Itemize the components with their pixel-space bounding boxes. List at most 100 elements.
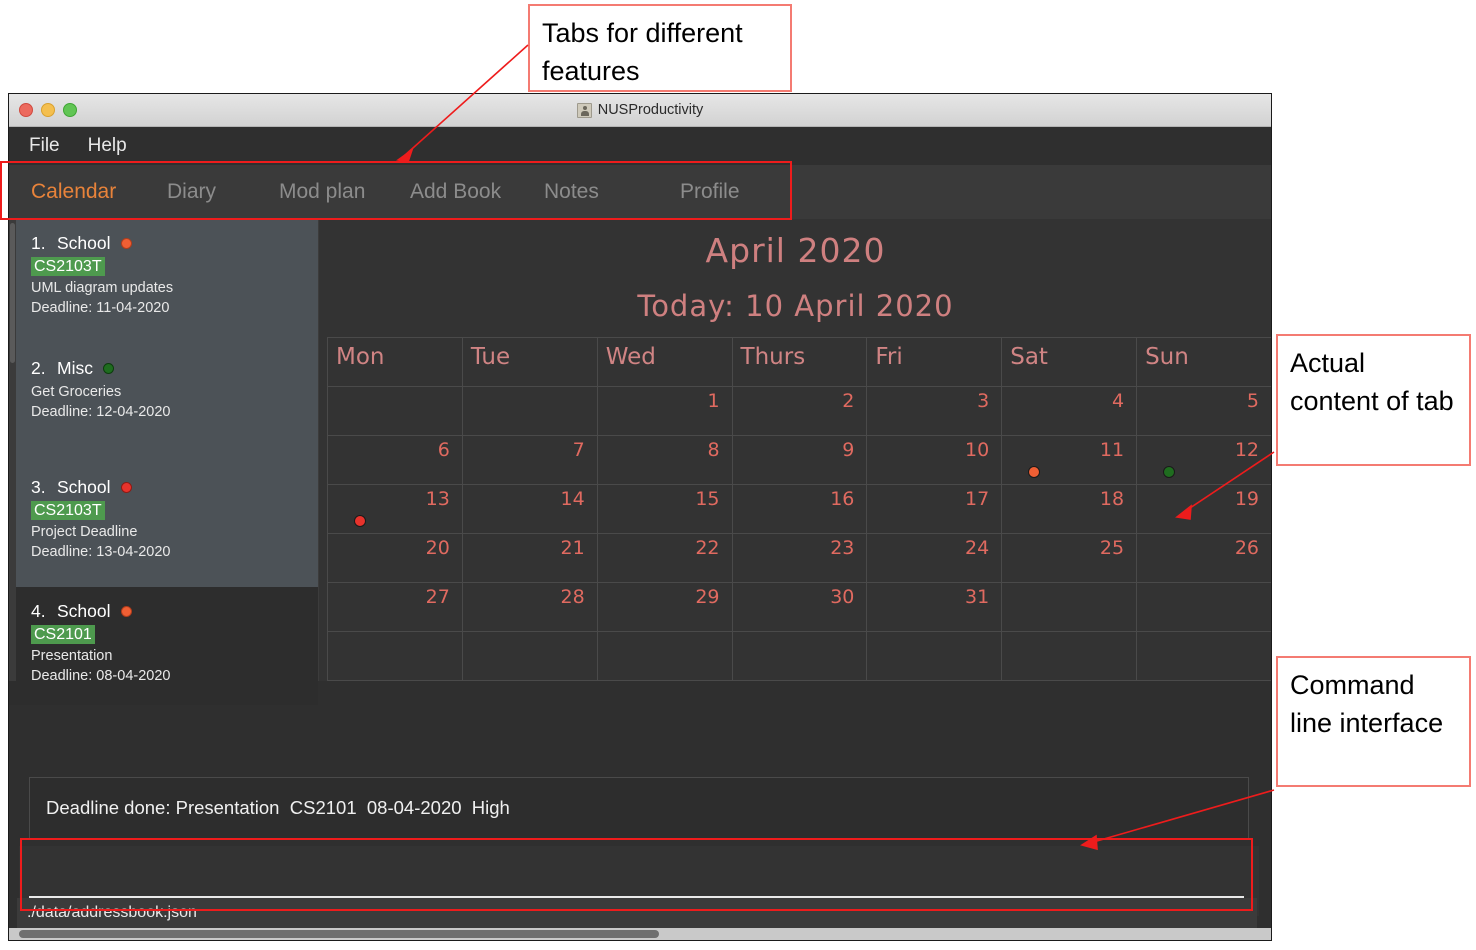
- calendar-day-cell[interactable]: 6: [327, 435, 463, 485]
- tab-notes[interactable]: Notes: [544, 180, 680, 204]
- task-description: Get Groceries: [31, 384, 122, 400]
- list-item[interactable]: 3. School CS2103T Project Deadline Deadl…: [9, 463, 318, 587]
- calendar-day-cell[interactable]: 28: [461, 582, 598, 632]
- calendar-week-row: [327, 631, 1271, 681]
- calendar-day-number: 10: [965, 439, 990, 461]
- calendar-grid: Mon Tue Wed Thurs Fri Sat Sun 1234567891…: [327, 337, 1271, 681]
- result-display-box: Deadline done: Presentation CS2101 08-04…: [29, 777, 1249, 839]
- task-category: Misc: [57, 358, 93, 378]
- application-window: NUSProductivity File Help Calendar Diary…: [8, 93, 1272, 941]
- calendar-day-number: 13: [425, 488, 450, 510]
- priority-dot-icon: [102, 363, 114, 374]
- command-input[interactable]: [29, 846, 1244, 898]
- calendar-empty-cell: [461, 386, 598, 436]
- calendar-day-cell[interactable]: 31: [866, 582, 1003, 632]
- task-category: School: [57, 233, 111, 253]
- calendar-day-cell[interactable]: 15: [596, 484, 733, 534]
- calendar-day-cell[interactable]: 24: [866, 533, 1003, 583]
- calendar-day-cell[interactable]: 14: [461, 484, 598, 534]
- calendar-day-header-sun: Sun: [1136, 337, 1271, 387]
- calendar-week-row: 13 14 15 16 17 18 19: [327, 484, 1271, 534]
- calendar-day-cell[interactable]: 12: [1136, 435, 1271, 485]
- calendar-week-row: 20 21 22 23 24 25 26: [327, 533, 1271, 583]
- calendar-day-number: 17: [965, 488, 990, 510]
- task-header: 2. Misc: [31, 358, 318, 379]
- tab-add-book[interactable]: Add Book: [410, 180, 544, 204]
- calendar-day-cell[interactable]: 18: [1001, 484, 1138, 534]
- calendar-day-cell[interactable]: 10: [866, 435, 1003, 485]
- tab-mod-plan[interactable]: Mod plan: [279, 180, 410, 204]
- calendar-day-cell[interactable]: 26: [1136, 533, 1271, 583]
- calendar-week-row: 1 2 3 4 5: [327, 386, 1271, 436]
- calendar-day-cell[interactable]: 21: [461, 533, 598, 583]
- horizontal-scrollbar[interactable]: [9, 928, 1271, 940]
- calendar-day-cell[interactable]: 3: [866, 386, 1003, 436]
- calendar-day-cell[interactable]: 17: [866, 484, 1003, 534]
- task-deadline: Deadline: 13-04-2020: [31, 544, 171, 560]
- calendar-day-number: 12: [1234, 439, 1259, 461]
- calendar-day-header-wed: Wed: [596, 337, 733, 387]
- calendar-today-label: Today: 10 April 2020: [637, 289, 954, 323]
- calendar-day-cell[interactable]: 13: [327, 484, 463, 534]
- menu-bar: File Help: [9, 127, 1271, 165]
- calendar-day-number: 28: [560, 586, 585, 608]
- tab-calendar[interactable]: Calendar: [31, 180, 167, 204]
- calendar-day-number: 11: [1099, 439, 1125, 461]
- status-file-path: ./data/addressbook.json: [27, 904, 197, 921]
- calendar-day-cell[interactable]: 30: [731, 582, 868, 632]
- tab-diary[interactable]: Diary: [167, 180, 279, 204]
- calendar-day-number: 3: [977, 390, 990, 412]
- window-title-bar: NUSProductivity: [9, 94, 1271, 127]
- calendar-day-cell[interactable]: 5: [1136, 386, 1271, 436]
- scrollbar-thumb[interactable]: [10, 223, 15, 363]
- tab-profile[interactable]: Profile: [680, 180, 740, 204]
- task-list-scrollbar[interactable]: [9, 219, 16, 681]
- priority-dot-icon: [120, 606, 132, 617]
- calendar-day-cell[interactable]: 7: [461, 435, 598, 485]
- calendar-day-cell[interactable]: 8: [596, 435, 733, 485]
- menu-item-help[interactable]: Help: [88, 135, 127, 157]
- calendar-empty-cell: [1001, 631, 1138, 681]
- calendar-day-cell[interactable]: 1: [596, 386, 733, 436]
- calendar-day-cell[interactable]: 29: [596, 582, 733, 632]
- task-deadline: Deadline: 11-04-2020: [31, 300, 170, 316]
- list-item[interactable]: 4. School CS2101 Presentation Deadline: …: [9, 587, 318, 705]
- calendar-day-number: 19: [1234, 488, 1259, 510]
- calendar-day-cell[interactable]: 11: [1001, 435, 1138, 485]
- calendar-day-cell[interactable]: 9: [731, 435, 868, 485]
- task-description: Presentation: [31, 648, 113, 664]
- annotation-content: Actual content of tab: [1276, 334, 1471, 466]
- list-item[interactable]: 2. Misc Get Groceries Deadline: 12-04-20…: [9, 344, 318, 463]
- calendar-empty-cell: [1136, 631, 1271, 681]
- task-index: 2.: [31, 358, 46, 378]
- annotation-tabs: Tabs for different features: [528, 4, 792, 92]
- calendar-event-dot-icon: [354, 515, 366, 527]
- calendar-day-cell[interactable]: 4: [1001, 386, 1138, 436]
- calendar-day-cell[interactable]: 23: [731, 533, 868, 583]
- calendar-event-dot-icon: [1028, 466, 1041, 478]
- calendar-day-cell[interactable]: 22: [596, 533, 733, 583]
- calendar-empty-cell: [1136, 582, 1271, 632]
- calendar-day-cell[interactable]: 27: [327, 582, 463, 632]
- window-title-group: NUSProductivity: [9, 102, 1271, 118]
- calendar-day-cell[interactable]: 20: [327, 533, 463, 583]
- calendar-body: 1 2 3 4 5 6 7 8 9 10 11 12 13 14 15 16 17 18 19 20 21 22 23 24 2…: [327, 386, 1271, 681]
- calendar-header-row: Mon Tue Wed Thurs Fri Sat Sun: [327, 337, 1271, 387]
- calendar-empty-cell: [1001, 582, 1138, 632]
- calendar-day-header-fri: Fri: [866, 337, 1003, 387]
- menu-item-file[interactable]: File: [29, 135, 60, 157]
- calendar-week-row: 6 7 8 9 10 11 12: [327, 435, 1271, 485]
- calendar-day-cell[interactable]: 25: [1001, 533, 1138, 583]
- calendar-day-number: 18: [1099, 488, 1125, 510]
- calendar-day-number: 14: [560, 488, 585, 510]
- list-item[interactable]: 1. School CS2103T UML diagram updates De…: [9, 219, 318, 344]
- scrollbar-thumb[interactable]: [19, 930, 659, 938]
- calendar-day-cell[interactable]: 2: [731, 386, 868, 436]
- app-content-area: 1. School CS2103T UML diagram updates De…: [9, 219, 1271, 705]
- calendar-day-number: 7: [572, 439, 585, 461]
- calendar-day-number: 15: [695, 488, 720, 510]
- calendar-day-number: 29: [695, 586, 720, 608]
- calendar-day-cell[interactable]: 19: [1136, 484, 1271, 534]
- module-tag: CS2101: [31, 625, 95, 644]
- calendar-day-cell[interactable]: 16: [731, 484, 868, 534]
